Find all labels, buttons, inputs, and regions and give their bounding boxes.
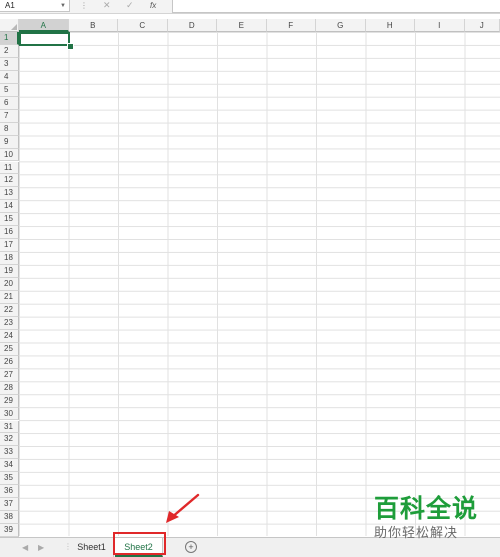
column-header-e[interactable]: E bbox=[217, 19, 267, 32]
fill-handle[interactable] bbox=[67, 43, 74, 50]
cell-grid[interactable] bbox=[19, 32, 500, 536]
row-header-33[interactable]: 33 bbox=[0, 446, 19, 459]
watermark: 百科全说 助你轻松解决 bbox=[374, 494, 496, 544]
column-header-b[interactable]: B bbox=[69, 19, 119, 32]
column-header-h[interactable]: H bbox=[366, 19, 416, 32]
formula-input[interactable] bbox=[172, 0, 500, 13]
row-header-19[interactable]: 19 bbox=[0, 265, 19, 278]
row-header-7[interactable]: 7 bbox=[0, 110, 19, 123]
row-header-20[interactable]: 20 bbox=[0, 278, 19, 291]
row-header-5[interactable]: 5 bbox=[0, 84, 19, 97]
row-header-11[interactable]: 11 bbox=[0, 162, 19, 175]
name-box[interactable]: A1 ▼ bbox=[0, 0, 70, 12]
row-header-30[interactable]: 30 bbox=[0, 408, 19, 421]
column-header-g[interactable]: G bbox=[316, 19, 366, 32]
sheet-tab-sheet1[interactable]: Sheet1 bbox=[70, 538, 114, 557]
column-header-i[interactable]: I bbox=[415, 19, 465, 32]
row-header-35[interactable]: 35 bbox=[0, 472, 19, 485]
row-header-12[interactable]: 12 bbox=[0, 174, 19, 187]
row-header-16[interactable]: 16 bbox=[0, 226, 19, 239]
row-header-13[interactable]: 13 bbox=[0, 187, 19, 200]
chevron-down-icon[interactable]: ▼ bbox=[60, 0, 66, 12]
column-header-j[interactable]: J bbox=[465, 19, 500, 32]
insert-function-button[interactable]: fx bbox=[150, 0, 156, 11]
row-header-28[interactable]: 28 bbox=[0, 382, 19, 395]
formula-bar-separator-icon: ⋮ bbox=[80, 0, 88, 11]
row-header-31[interactable]: 31 bbox=[0, 421, 19, 434]
name-box-value: A1 bbox=[5, 1, 15, 10]
sheet2-highlight-box bbox=[113, 532, 166, 555]
add-sheet-button[interactable]: + bbox=[185, 541, 197, 553]
row-header-8[interactable]: 8 bbox=[0, 123, 19, 136]
row-header-34[interactable]: 34 bbox=[0, 459, 19, 472]
row-header-18[interactable]: 18 bbox=[0, 252, 19, 265]
row-header-6[interactable]: 6 bbox=[0, 97, 19, 110]
row-header-3[interactable]: 3 bbox=[0, 58, 19, 71]
row-header-27[interactable]: 27 bbox=[0, 369, 19, 382]
row-header-2[interactable]: 2 bbox=[0, 45, 19, 58]
row-header-36[interactable]: 36 bbox=[0, 485, 19, 498]
row-header-4[interactable]: 4 bbox=[0, 71, 19, 84]
row-header-17[interactable]: 17 bbox=[0, 239, 19, 252]
row-header-1[interactable]: 1 bbox=[0, 32, 19, 45]
row-header-38[interactable]: 38 bbox=[0, 511, 19, 524]
select-all-button[interactable] bbox=[0, 19, 19, 32]
formula-bar: A1 ▼ ⋮ ✕ ✓ fx bbox=[0, 0, 500, 14]
column-header-a[interactable]: A bbox=[19, 19, 69, 32]
row-header-9[interactable]: 9 bbox=[0, 136, 19, 149]
row-header-15[interactable]: 15 bbox=[0, 213, 19, 226]
row-header-29[interactable]: 29 bbox=[0, 395, 19, 408]
prev-sheet-icon[interactable]: ◀ bbox=[22, 538, 28, 557]
row-header-39[interactable]: 39 bbox=[0, 524, 19, 537]
row-header-24[interactable]: 24 bbox=[0, 330, 19, 343]
watermark-subtitle: 助你轻松解决 bbox=[374, 524, 496, 542]
check-icon[interactable]: ✓ bbox=[126, 0, 134, 11]
row-header-22[interactable]: 22 bbox=[0, 304, 19, 317]
row-header-25[interactable]: 25 bbox=[0, 343, 19, 356]
next-sheet-icon[interactable]: ▶ bbox=[38, 538, 44, 557]
select-all-triangle-icon bbox=[11, 24, 17, 30]
x-icon[interactable]: ✕ bbox=[103, 0, 111, 11]
row-header-26[interactable]: 26 bbox=[0, 356, 19, 369]
column-header-c[interactable]: C bbox=[118, 19, 168, 32]
row-header-21[interactable]: 21 bbox=[0, 291, 19, 304]
row-header-14[interactable]: 14 bbox=[0, 200, 19, 213]
red-arrow-icon bbox=[160, 490, 205, 525]
column-header-f[interactable]: F bbox=[267, 19, 317, 32]
row-header-37[interactable]: 37 bbox=[0, 498, 19, 511]
row-header-10[interactable]: 10 bbox=[0, 149, 19, 162]
active-cell-a1[interactable] bbox=[19, 32, 70, 46]
watermark-title: 百科全说 bbox=[374, 494, 496, 524]
row-header-23[interactable]: 23 bbox=[0, 317, 19, 330]
row-header-32[interactable]: 32 bbox=[0, 433, 19, 446]
column-header-d[interactable]: D bbox=[168, 19, 218, 32]
